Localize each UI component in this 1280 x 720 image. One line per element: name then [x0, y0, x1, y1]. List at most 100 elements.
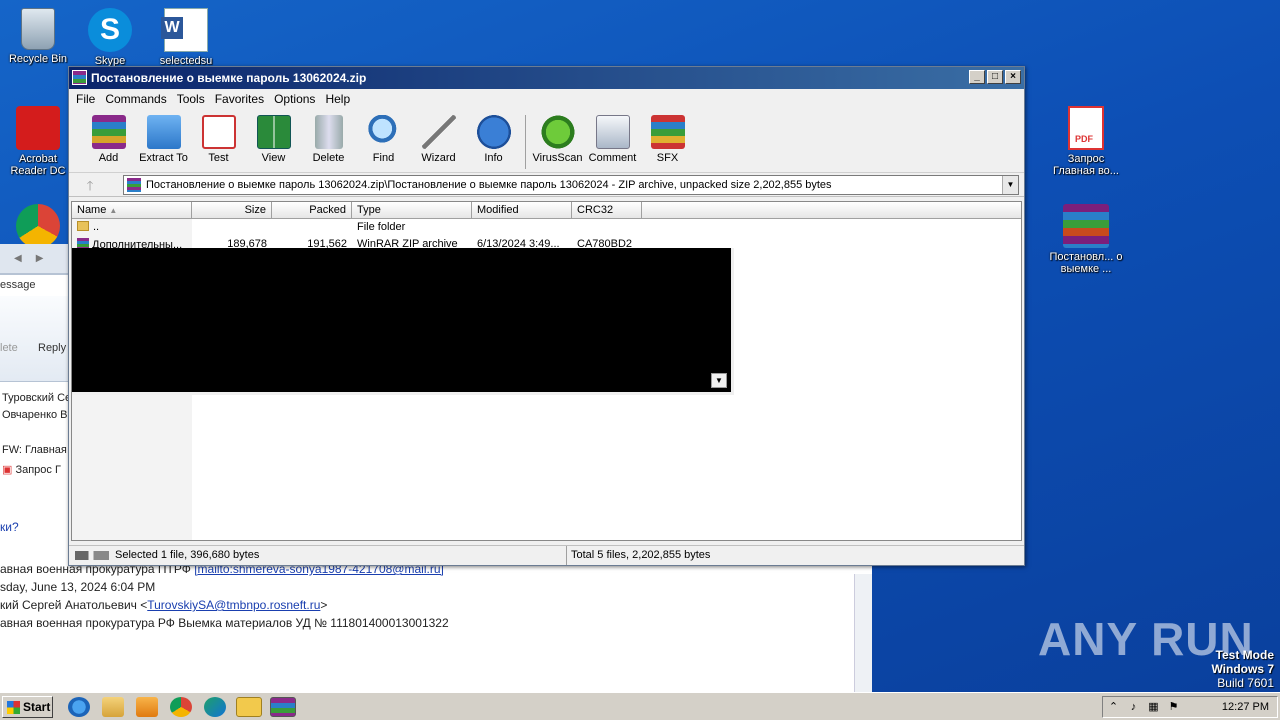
winrar-icon[interactable] [270, 697, 296, 717]
word-document-icon [161, 8, 208, 52]
column-name[interactable]: Name ▲ [72, 202, 192, 218]
header-subject: авная военная прокуратура РФ Выемка мате… [0, 616, 449, 630]
to-email-link[interactable]: TurovskiySA@tmbnpo.rosneft.ru [147, 598, 320, 612]
menu-file[interactable]: File [71, 92, 100, 109]
comment-button[interactable]: Comment [585, 113, 640, 172]
sfx-button[interactable]: SFX [640, 113, 695, 172]
desktop-icon-rar-archive[interactable]: Постановл... о выемке ... [1048, 204, 1124, 275]
view-button[interactable]: View [246, 113, 301, 172]
status-total: Total 5 files, 2,202,855 bytes [571, 549, 711, 561]
attachment-item[interactable]: ▣ Запрос Г [2, 463, 61, 476]
chevron-down-icon[interactable]: ▼ [711, 373, 727, 388]
add-button[interactable]: Add [81, 113, 136, 172]
column-crc32[interactable]: CRC32 [572, 202, 642, 218]
wizard-button[interactable]: Wizard [411, 113, 466, 172]
test-checklist-icon [201, 115, 236, 149]
desktop-icon-skype[interactable]: S Skype [72, 8, 148, 67]
winrar-titlebar[interactable]: Постановление о выемке пароль 13062024.z… [69, 67, 1024, 89]
toolbar-separator [525, 115, 526, 169]
info-button[interactable]: Info [466, 113, 521, 172]
status-selected: Selected 1 file, 396,680 bytes [115, 549, 260, 561]
column-modified[interactable]: Modified [472, 202, 572, 218]
recipient-line: Овчаренко В [2, 409, 68, 421]
desktop-icon-pdf-request[interactable]: Запрос Главная во... [1048, 106, 1124, 177]
subject-line: FW: Главная [2, 444, 67, 456]
view-book-icon [256, 115, 291, 149]
toolbar: Add Extract To Test View Delete Find Wiz… [69, 109, 1024, 173]
action-center-flag-icon[interactable]: ⚑ [1167, 701, 1180, 714]
column-packed[interactable]: Packed [272, 202, 352, 218]
menu-tools[interactable]: Tools [172, 92, 210, 109]
menu-help[interactable]: Help [320, 92, 355, 109]
status-bar: Selected 1 file, 396,680 bytes Total 5 f… [69, 545, 1024, 565]
sfx-archive-icon [650, 115, 685, 149]
file-list-header: Name ▲ Size Packed Type Modified CRC32 [72, 202, 1021, 219]
window-title: Постановление о выемке пароль 13062024.z… [91, 71, 367, 85]
pdf-file-icon [1068, 106, 1104, 150]
show-hidden-icons-icon[interactable]: ⌃ [1107, 701, 1120, 714]
delete-button[interactable]: lete [0, 342, 18, 354]
menu-favorites[interactable]: Favorites [210, 92, 269, 109]
outlook-scrollbar[interactable] [854, 574, 872, 692]
archive-icon [127, 178, 141, 192]
desktop-icon-label: Постановл... о выемке ... [1049, 251, 1123, 275]
desktop-icon-acrobat[interactable]: Acrobat Reader DC [0, 106, 76, 177]
tab-message[interactable]: essage [0, 274, 70, 296]
nav-forward-icon[interactable]: ▶ [36, 253, 44, 264]
chrome-icon[interactable] [170, 697, 192, 717]
outlook-ribbon: lete Reply [0, 296, 70, 382]
sort-up-icon: ▲ [109, 206, 118, 215]
close-button[interactable]: × [1005, 70, 1021, 84]
nav-back-icon[interactable]: ◀ [14, 253, 22, 264]
acrobat-icon [16, 106, 60, 150]
desktop-icon-label: Acrobat Reader DC [10, 153, 66, 177]
outlook-icon[interactable] [236, 697, 262, 717]
volume-icon[interactable]: ♪ [1127, 701, 1140, 714]
outlook-nav-arrows[interactable]: ◀ ▶ [0, 244, 70, 274]
attachment-label: Запрос Г [15, 464, 61, 476]
test-mode-label: Test Mode Windows 7 Build 7601 [1211, 648, 1274, 690]
taskbar: Start ⌃ ♪ ▦ ⚑ 12:27 PM [0, 692, 1280, 720]
trash-can-icon [314, 115, 343, 149]
folder-up-icon [77, 221, 89, 231]
up-arrow-icon[interactable]: 🡑 [79, 177, 101, 193]
reply-button[interactable]: Reply [38, 342, 66, 354]
virusscan-button[interactable]: VirusScan [530, 113, 585, 172]
drive-icon[interactable] [75, 551, 109, 560]
desktop-icon-label: Запрос Главная во... [1053, 153, 1119, 177]
internet-explorer-icon[interactable] [68, 697, 90, 717]
recycle-bin-icon [21, 8, 55, 50]
minimize-button[interactable]: _ [969, 70, 985, 84]
extract-to-button[interactable]: Extract To [136, 113, 191, 172]
edge-icon[interactable] [204, 697, 226, 717]
start-button[interactable]: Start [2, 696, 53, 718]
chevron-down-icon[interactable]: ▼ [1002, 176, 1018, 194]
system-tray: ⌃ ♪ ▦ ⚑ 12:27 PM [1102, 696, 1278, 718]
black-overlay-panel: ▼ [72, 248, 734, 395]
skype-icon: S [88, 8, 132, 52]
maximize-button[interactable]: □ [987, 70, 1003, 84]
address-field[interactable]: Постановление о выемке пароль 13062024.z… [123, 175, 1019, 195]
pdf-attachment-icon: ▣ [2, 464, 13, 476]
find-button[interactable]: Find [356, 113, 411, 172]
media-player-icon[interactable] [136, 697, 158, 717]
table-row[interactable]: .. File folder [72, 219, 1021, 236]
column-size[interactable]: Size [192, 202, 272, 218]
desktop-icon-recycle-bin[interactable]: Recycle Bin [0, 8, 76, 65]
column-type[interactable]: Type [352, 202, 472, 218]
header-to: кий Сергей Анатольевич <TurovskiySA@tmbn… [0, 598, 328, 612]
delete-button[interactable]: Delete [301, 113, 356, 172]
clock[interactable]: 12:27 PM [1222, 701, 1269, 713]
test-button[interactable]: Test [191, 113, 246, 172]
menu-options[interactable]: Options [269, 92, 320, 109]
add-archive-icon [91, 115, 126, 149]
desktop-icon-selectedsu[interactable]: selectedsu [148, 8, 224, 67]
comment-icon [595, 115, 630, 149]
network-icon[interactable]: ▦ [1147, 701, 1160, 714]
winrar-archive-icon [1063, 204, 1109, 248]
menu-commands[interactable]: Commands [100, 92, 171, 109]
recipient-line: Туровский Се [2, 392, 72, 404]
magic-wand-icon [421, 115, 456, 149]
explorer-folder-icon[interactable] [102, 697, 124, 717]
address-bar: 🡑 Постановление о выемке пароль 13062024… [69, 173, 1024, 197]
